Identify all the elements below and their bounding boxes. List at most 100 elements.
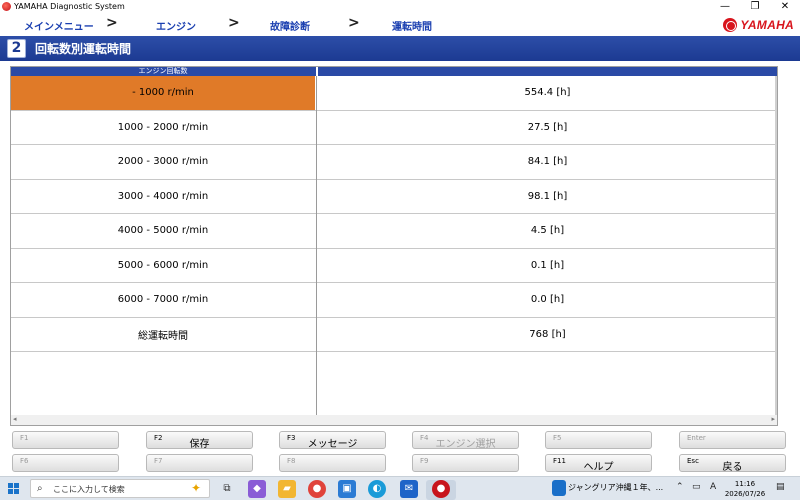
hours-cell: 0.0 [h] bbox=[530, 294, 565, 306]
scroll-left-arrow-icon[interactable]: ◂ bbox=[13, 415, 17, 423]
yamaha-emblem-icon bbox=[723, 18, 738, 32]
message-button[interactable]: F3 メッセージ bbox=[279, 431, 386, 450]
rpm-range-cell: 6000 - 7000 r/min bbox=[117, 294, 209, 306]
search-icon: ⌕ bbox=[37, 483, 43, 494]
f6-key-label: F6 bbox=[20, 457, 29, 465]
rpm-hours-table: エンジン回転数 - 1000 r/min 554.4 [h] 1000 - 20… bbox=[10, 66, 778, 426]
store-icon[interactable]: ▣ bbox=[338, 480, 356, 498]
chrome-icon[interactable]: ● bbox=[308, 480, 326, 498]
hours-cell: 98.1 [h] bbox=[527, 190, 568, 202]
table-row[interactable]: 4000 - 5000 r/min 4.5 [h] bbox=[11, 214, 777, 249]
hours-cell: 554.4 [h] bbox=[524, 87, 571, 99]
clock[interactable]: 11:16 2026/07/26 bbox=[722, 479, 768, 499]
total-hours-cell: 768 [h] bbox=[529, 328, 566, 340]
f8-key-label: F8 bbox=[287, 457, 296, 465]
network-icon[interactable]: ▭ bbox=[692, 482, 701, 492]
crumb-main-menu[interactable]: メインメニュー bbox=[24, 18, 94, 33]
f9-key-label: F9 bbox=[420, 457, 429, 465]
app-icon bbox=[2, 2, 11, 11]
vertical-scrollbar[interactable] bbox=[775, 76, 777, 416]
table-row[interactable]: 1000 - 2000 r/min 27.5 [h] bbox=[11, 111, 777, 145]
minimize-button[interactable]: — bbox=[710, 0, 740, 14]
yamaha-app-icon[interactable]: ● bbox=[432, 480, 450, 498]
chevron-right-icon: > bbox=[348, 15, 360, 31]
search-highlight-icon: ✦ bbox=[190, 481, 201, 495]
total-label-cell: 総運転時間 bbox=[138, 330, 188, 342]
title-bar: YAMAHA Diagnostic System — ❐ ✕ bbox=[0, 0, 800, 14]
rpm-range-cell: - 1000 r/min bbox=[11, 76, 315, 110]
crumb-operating-time: 運転時間 bbox=[392, 22, 432, 33]
save-button-label: 保存 bbox=[189, 439, 210, 450]
news-icon[interactable] bbox=[552, 480, 566, 496]
edge-icon[interactable]: ◐ bbox=[368, 480, 386, 498]
scroll-right-arrow-icon[interactable]: ▸ bbox=[771, 415, 775, 423]
back-button-label: 戻る bbox=[722, 462, 743, 473]
engine-select-button[interactable]: F4 エンジン選択 bbox=[412, 431, 519, 450]
save-button[interactable]: F2 保存 bbox=[146, 431, 253, 450]
f9-button[interactable]: F9 bbox=[412, 454, 519, 472]
f6-button[interactable]: F6 bbox=[12, 454, 119, 472]
rpm-range-cell: 3000 - 4000 r/min bbox=[117, 190, 209, 202]
news-ticker-text[interactable]: ジャングリア沖縄１年、... bbox=[568, 482, 663, 493]
f1-key-label: F1 bbox=[20, 434, 29, 442]
header-divider bbox=[316, 67, 318, 76]
clock-date: 2026/07/26 bbox=[724, 490, 766, 498]
rpm-range-cell: 4000 - 5000 r/min bbox=[117, 225, 209, 237]
clock-time: 11:16 bbox=[734, 480, 756, 488]
breadcrumb: メインメニュー > エンジン > 故障診断 > 運転時間 YAMAHA bbox=[0, 14, 800, 36]
hours-cell: 84.1 [h] bbox=[527, 156, 568, 168]
f7-button[interactable]: F7 bbox=[146, 454, 253, 472]
f7-key-label: F7 bbox=[154, 457, 163, 465]
windows-start-icon[interactable] bbox=[8, 483, 20, 495]
taskbar-search-placeholder: ここに入力して検索 bbox=[53, 485, 125, 494]
ime-indicator[interactable]: A bbox=[710, 482, 716, 492]
taskbar: ⌕ ここに入力して検索 ✦ ⧉ ◆ ▰ ● ▣ ◐ ✉ ● ジャングリア沖縄１年… bbox=[0, 476, 800, 500]
f8-button[interactable]: F8 bbox=[279, 454, 386, 472]
yamaha-logo-text: YAMAHA bbox=[740, 18, 794, 32]
enter-key-label: Enter bbox=[687, 434, 706, 442]
f5-button[interactable]: F5 bbox=[545, 431, 652, 449]
table-row[interactable]: 5000 - 6000 r/min 0.1 [h] bbox=[11, 249, 777, 283]
page-header: 2 回転数別運転時間 bbox=[0, 36, 800, 61]
table-row[interactable]: 6000 - 7000 r/min 0.0 [h] bbox=[11, 283, 777, 318]
rpm-range-cell: 1000 - 2000 r/min bbox=[117, 121, 209, 133]
table-row[interactable]: - 1000 r/min 554.4 [h] bbox=[11, 76, 777, 111]
copilot-icon[interactable]: ◆ bbox=[248, 480, 266, 498]
table-row[interactable]: 3000 - 4000 r/min 98.1 [h] bbox=[11, 180, 777, 214]
rpm-range-cell: 5000 - 6000 r/min bbox=[117, 259, 209, 271]
hours-cell: 4.5 [h] bbox=[530, 225, 565, 237]
crumb-diagnosis[interactable]: 故障診断 bbox=[270, 18, 310, 33]
message-button-label: メッセージ bbox=[307, 439, 358, 450]
chevron-right-icon: > bbox=[228, 15, 240, 31]
table-row-total[interactable]: 総運転時間 768 [h] bbox=[11, 318, 777, 352]
back-button[interactable]: Esc 戻る bbox=[679, 454, 786, 473]
f1-button[interactable]: F1 bbox=[12, 431, 119, 449]
column-header-rpm: エンジン回転数 bbox=[138, 67, 188, 75]
page-title: 回転数別運転時間 bbox=[35, 42, 132, 56]
tray-chevron-icon[interactable]: ⌃ bbox=[676, 482, 684, 492]
window-title: YAMAHA Diagnostic System bbox=[14, 2, 125, 11]
table-header: エンジン回転数 bbox=[11, 67, 777, 76]
engine-select-button-label: エンジン選択 bbox=[435, 439, 496, 450]
page-number-icon: 2 bbox=[7, 39, 26, 58]
notification-icon[interactable]: ▤ bbox=[776, 482, 785, 492]
hours-cell: 0.1 [h] bbox=[530, 259, 565, 271]
help-button-label: ヘルプ bbox=[583, 462, 614, 473]
rpm-range-cell: 2000 - 3000 r/min bbox=[117, 156, 209, 168]
enter-button[interactable]: Enter bbox=[679, 431, 786, 449]
horizontal-scrollbar[interactable]: ◂ ▸ bbox=[11, 415, 777, 425]
taskbar-search-box[interactable]: ⌕ ここに入力して検索 ✦ bbox=[30, 479, 210, 498]
mail-icon[interactable]: ✉ bbox=[400, 480, 418, 498]
chevron-right-icon: > bbox=[106, 15, 118, 31]
f5-key-label: F5 bbox=[553, 434, 562, 442]
column-divider bbox=[316, 76, 317, 416]
crumb-engine[interactable]: エンジン bbox=[156, 18, 196, 33]
close-button[interactable]: ✕ bbox=[770, 0, 800, 14]
file-explorer-icon[interactable]: ▰ bbox=[278, 480, 296, 498]
table-row[interactable]: 2000 - 3000 r/min 84.1 [h] bbox=[11, 145, 777, 180]
maximize-button[interactable]: ❐ bbox=[740, 0, 770, 14]
help-button[interactable]: F11 ヘルプ bbox=[545, 454, 652, 473]
yamaha-logo: YAMAHA bbox=[723, 17, 794, 33]
hours-cell: 27.5 [h] bbox=[527, 121, 568, 133]
task-view-icon[interactable]: ⧉ bbox=[218, 480, 236, 498]
